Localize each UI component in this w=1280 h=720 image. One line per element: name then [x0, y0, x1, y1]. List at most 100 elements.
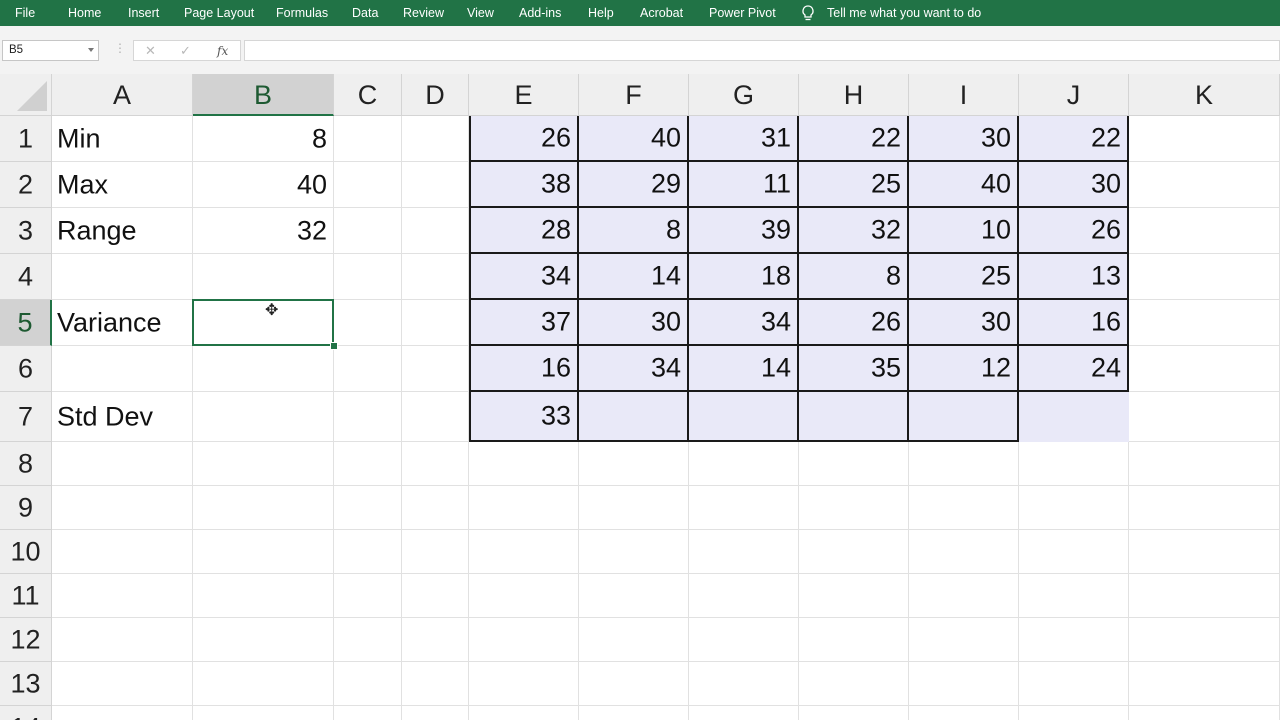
cell-b4[interactable] [193, 254, 334, 300]
cell-k7[interactable] [1129, 392, 1280, 442]
cell-c12[interactable] [334, 618, 402, 662]
cell-g3[interactable]: 39 [689, 208, 799, 254]
tab-acrobat[interactable]: Acrobat [640, 6, 683, 20]
tell-me-search[interactable]: Tell me what you want to do [827, 6, 981, 20]
row-header-8[interactable]: 8 [0, 442, 52, 486]
column-header-h[interactable]: H [799, 74, 909, 116]
cell-b11[interactable] [193, 574, 334, 618]
cell-k5[interactable] [1129, 300, 1280, 346]
cell-a9[interactable] [52, 486, 193, 530]
formula-input[interactable] [244, 40, 1280, 61]
column-header-e[interactable]: E [469, 74, 579, 116]
cell-a4[interactable] [52, 254, 193, 300]
row-header-13[interactable]: 13 [0, 662, 52, 706]
cell-h11[interactable] [799, 574, 909, 618]
cell-f10[interactable] [579, 530, 689, 574]
cell-e8[interactable] [469, 442, 579, 486]
cell-g12[interactable] [689, 618, 799, 662]
cell-b7[interactable] [193, 392, 334, 442]
column-header-b[interactable]: B [193, 74, 334, 116]
column-header-g[interactable]: G [689, 74, 799, 116]
cell-d11[interactable] [402, 574, 469, 618]
cell-i9[interactable] [909, 486, 1019, 530]
cell-f6[interactable]: 34 [579, 346, 689, 392]
cell-b10[interactable] [193, 530, 334, 574]
column-header-c[interactable]: C [334, 74, 402, 116]
cell-a8[interactable] [52, 442, 193, 486]
cell-h4[interactable]: 8 [799, 254, 909, 300]
cell-f4[interactable]: 14 [579, 254, 689, 300]
cell-b2[interactable]: 40 [193, 162, 334, 208]
cell-a6[interactable] [52, 346, 193, 392]
cell-a3[interactable]: Range [52, 208, 193, 254]
cell-a1[interactable]: Min [52, 116, 193, 162]
cell-d7[interactable] [402, 392, 469, 442]
cell-e11[interactable] [469, 574, 579, 618]
cell-a13[interactable] [52, 662, 193, 706]
cancel-icon[interactable]: ✕ [145, 43, 156, 59]
row-header-5[interactable]: 5 [0, 300, 52, 346]
cell-e1[interactable]: 26 [469, 116, 579, 162]
tab-help[interactable]: Help [588, 6, 614, 20]
cell-j7[interactable] [1019, 392, 1129, 442]
cell-j11[interactable] [1019, 574, 1129, 618]
cell-i6[interactable]: 12 [909, 346, 1019, 392]
cell-h9[interactable] [799, 486, 909, 530]
cell-e3[interactable]: 28 [469, 208, 579, 254]
cell-k13[interactable] [1129, 662, 1280, 706]
cell-b9[interactable] [193, 486, 334, 530]
cell-i13[interactable] [909, 662, 1019, 706]
cell-k1[interactable] [1129, 116, 1280, 162]
cell-g2[interactable]: 11 [689, 162, 799, 208]
cell-i14[interactable] [909, 706, 1019, 720]
cell-j1[interactable]: 22 [1019, 116, 1129, 162]
cell-h1[interactable]: 22 [799, 116, 909, 162]
lightbulb-icon[interactable] [800, 4, 816, 22]
cell-c13[interactable] [334, 662, 402, 706]
insert-function-icon[interactable]: fx [217, 44, 228, 58]
cell-e7[interactable]: 33 [469, 392, 579, 442]
cell-e10[interactable] [469, 530, 579, 574]
cell-j8[interactable] [1019, 442, 1129, 486]
cell-d8[interactable] [402, 442, 469, 486]
cell-c11[interactable] [334, 574, 402, 618]
cell-c10[interactable] [334, 530, 402, 574]
cell-k10[interactable] [1129, 530, 1280, 574]
cell-j4[interactable]: 13 [1019, 254, 1129, 300]
cell-f7[interactable] [579, 392, 689, 442]
cell-e2[interactable]: 38 [469, 162, 579, 208]
select-all-button[interactable] [0, 74, 52, 116]
tab-add-ins[interactable]: Add-ins [519, 6, 561, 20]
cell-g10[interactable] [689, 530, 799, 574]
cell-i2[interactable]: 40 [909, 162, 1019, 208]
cell-k6[interactable] [1129, 346, 1280, 392]
cell-g6[interactable]: 14 [689, 346, 799, 392]
cell-h8[interactable] [799, 442, 909, 486]
row-header-3[interactable]: 3 [0, 208, 52, 254]
cell-h7[interactable] [799, 392, 909, 442]
cell-d14[interactable] [402, 706, 469, 720]
cell-k14[interactable] [1129, 706, 1280, 720]
tab-view[interactable]: View [467, 6, 494, 20]
name-box[interactable]: B5 [2, 40, 99, 61]
row-header-6[interactable]: 6 [0, 346, 52, 392]
cell-k11[interactable] [1129, 574, 1280, 618]
cell-f3[interactable]: 8 [579, 208, 689, 254]
cell-f11[interactable] [579, 574, 689, 618]
cell-c8[interactable] [334, 442, 402, 486]
tab-formulas[interactable]: Formulas [276, 6, 328, 20]
cell-c2[interactable] [334, 162, 402, 208]
cell-k9[interactable] [1129, 486, 1280, 530]
cell-c6[interactable] [334, 346, 402, 392]
cell-a12[interactable] [52, 618, 193, 662]
cell-b12[interactable] [193, 618, 334, 662]
cell-a2[interactable]: Max [52, 162, 193, 208]
cell-f9[interactable] [579, 486, 689, 530]
cell-e5[interactable]: 37 [469, 300, 579, 346]
cell-h3[interactable]: 32 [799, 208, 909, 254]
cell-d10[interactable] [402, 530, 469, 574]
cell-g5[interactable]: 34 [689, 300, 799, 346]
cell-b3[interactable]: 32 [193, 208, 334, 254]
cell-i12[interactable] [909, 618, 1019, 662]
row-header-1[interactable]: 1 [0, 116, 52, 162]
